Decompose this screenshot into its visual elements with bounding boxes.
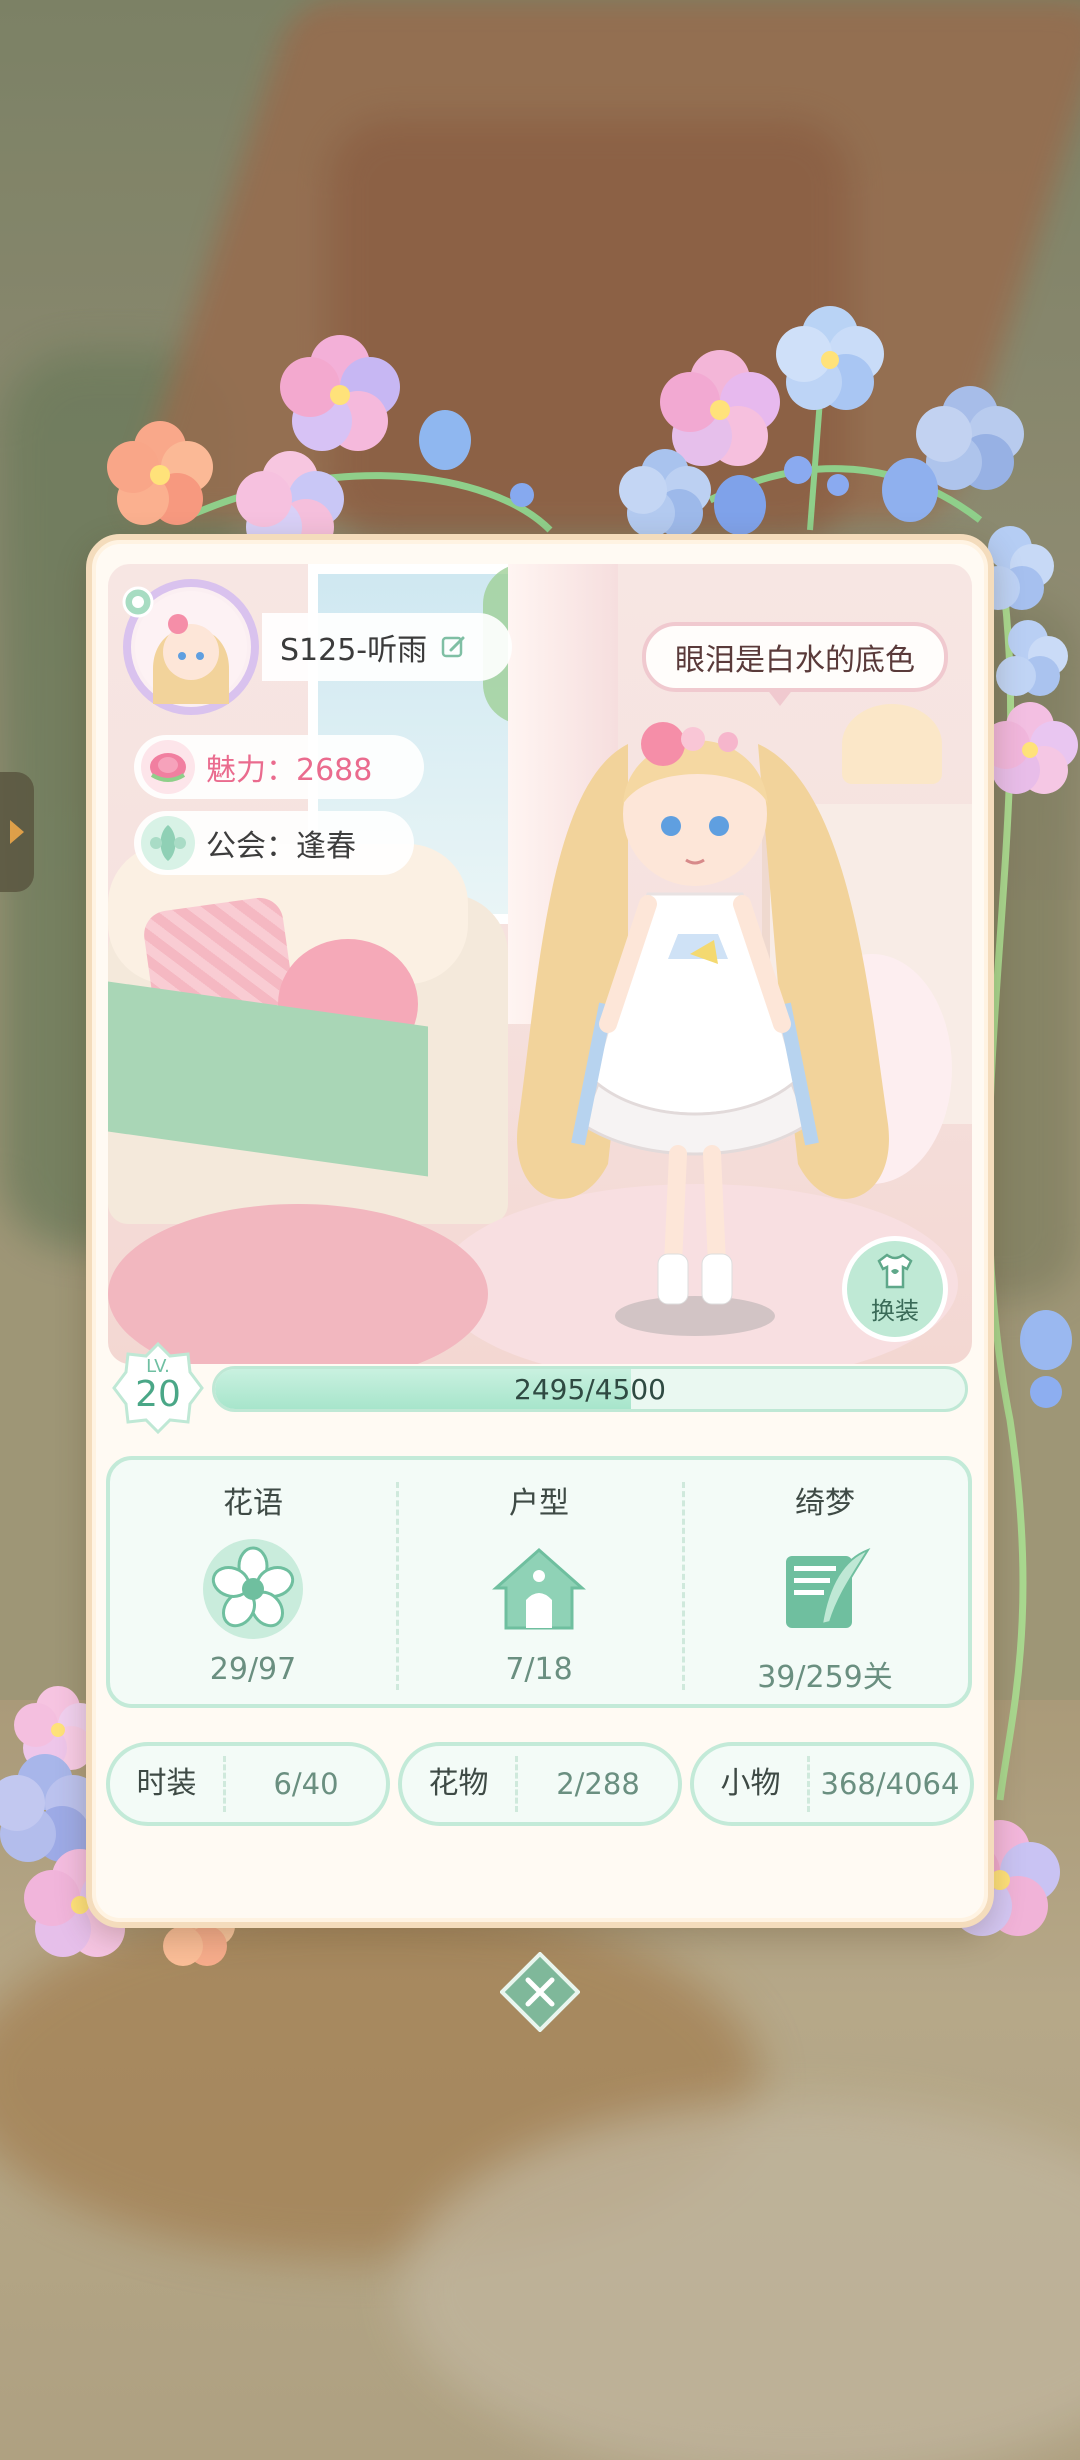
collection-qimeng[interactable]: 绮梦 39/259关 [682, 1460, 968, 1704]
count-label: 时装 [110, 1756, 226, 1812]
xp-text: 2495/4500 [514, 1372, 666, 1406]
arrow-right-icon [10, 820, 24, 844]
guild-emblem-icon [141, 816, 195, 870]
outfit-button[interactable]: 换装 [842, 1236, 948, 1342]
count-small-items[interactable]: 小物 368/4064 [690, 1742, 974, 1826]
outfit-label: 换装 [871, 1296, 919, 1325]
collection-panel: 花语 29/97 户型 7/18 绮梦 39/259关 [106, 1456, 972, 1708]
collection-value: 29/97 [209, 1652, 297, 1687]
side-expand-tab[interactable] [0, 772, 34, 892]
player-name-pill: S125-听雨 [262, 613, 512, 681]
count-fashion[interactable]: 时装 6/40 [106, 1742, 390, 1826]
rose-icon [141, 740, 195, 794]
guild-name: 公会：逢春 [206, 829, 356, 864]
collection-title: 户型 [509, 1486, 569, 1521]
guild-stat[interactable]: 公会：逢春 [134, 811, 414, 875]
count-label: 小物 [694, 1756, 810, 1812]
charm-stat: 魅力：2688 [134, 735, 424, 799]
signature-bubble[interactable]: 眼泪是白水的底色 [642, 622, 948, 706]
signature-text: 眼泪是白水的底色 [675, 643, 915, 678]
collection-huxing[interactable]: 户型 7/18 [396, 1460, 682, 1704]
collection-value: 39/259关 [757, 1660, 893, 1695]
xp-progress-bar: 2495/4500 [212, 1366, 968, 1412]
collection-huayu[interactable]: 花语 29/97 [110, 1460, 396, 1704]
edit-icon[interactable] [441, 634, 467, 660]
collection-title: 花语 [223, 1486, 283, 1521]
count-value: 2/288 [556, 1767, 640, 1801]
charm-value: 魅力：2688 [206, 753, 373, 788]
count-flowers[interactable]: 花物 2/288 [398, 1742, 682, 1826]
level-badge: LV. 20 [112, 1342, 204, 1434]
collection-title: 绮梦 [795, 1486, 855, 1521]
letter-quill-icon [786, 1548, 871, 1628]
collection-value: 7/18 [505, 1652, 573, 1687]
count-label: 花物 [402, 1756, 518, 1812]
house-icon [492, 1547, 586, 1630]
level-number: 20 [135, 1374, 181, 1415]
flower-icon [203, 1539, 303, 1639]
player-name: S125-听雨 [280, 633, 428, 668]
close-button[interactable] [500, 1952, 580, 2032]
count-value: 6/40 [273, 1767, 339, 1801]
shirt-icon [877, 1252, 913, 1288]
avatar[interactable] [118, 574, 264, 720]
count-value: 368/4064 [820, 1767, 960, 1801]
